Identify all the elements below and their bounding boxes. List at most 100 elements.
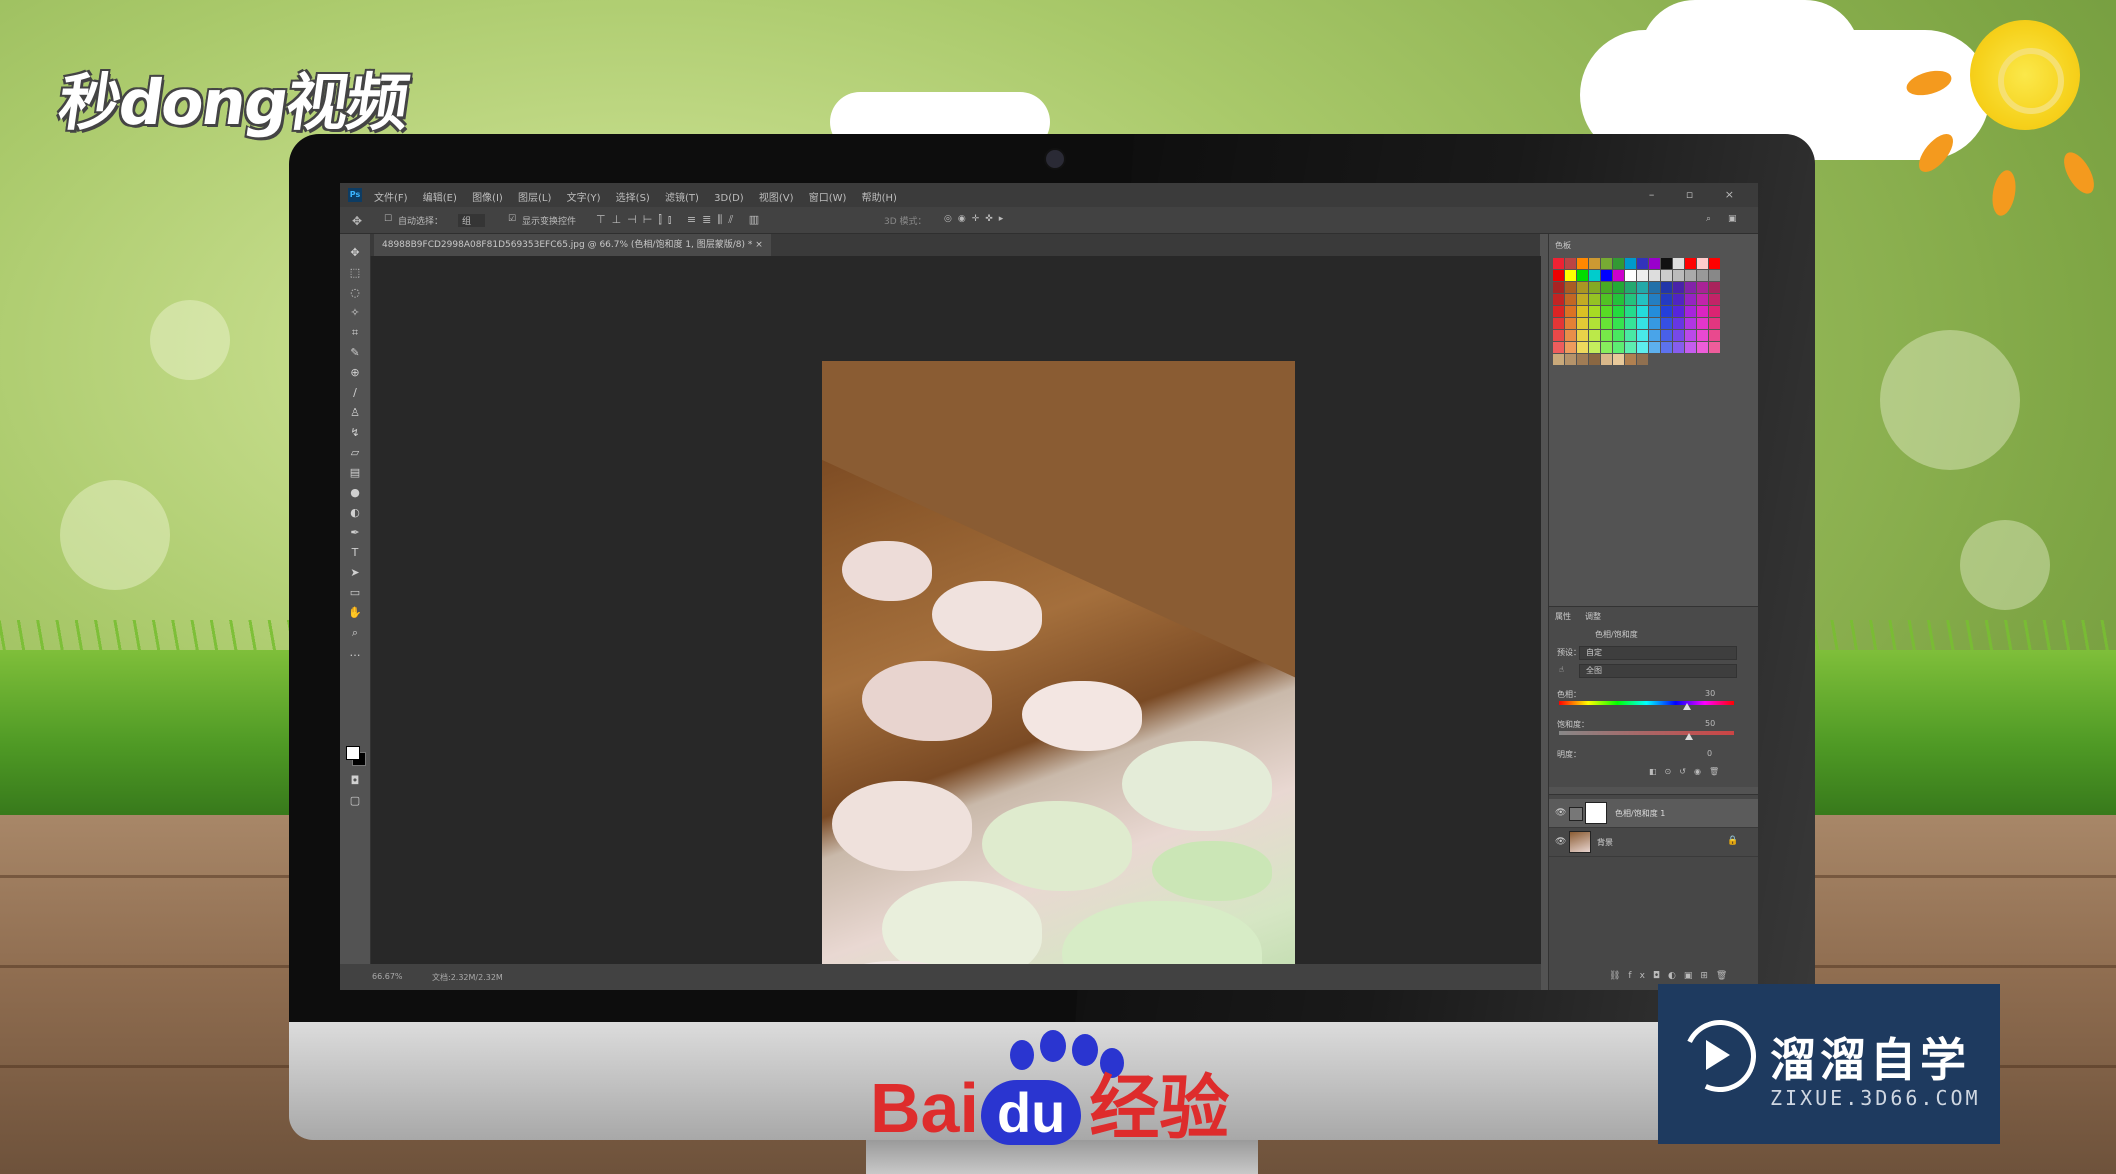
color-swatch[interactable] — [1649, 294, 1660, 305]
visibility-eye-icon[interactable]: 👁 — [1555, 837, 1566, 847]
color-swatch[interactable] — [1709, 354, 1720, 365]
color-swatch[interactable] — [1661, 330, 1672, 341]
hand-tool-icon[interactable]: ✋ — [348, 606, 362, 620]
color-swatch[interactable] — [1565, 354, 1576, 365]
screen-mode-icon[interactable]: ▢ — [348, 794, 362, 808]
color-swatch[interactable] — [1685, 294, 1696, 305]
color-swatch[interactable] — [1649, 330, 1660, 341]
color-swatch[interactable] — [1625, 306, 1636, 317]
color-swatch[interactable] — [1577, 342, 1588, 353]
color-swatch[interactable] — [1613, 330, 1624, 341]
color-swatch[interactable] — [1649, 318, 1660, 329]
color-swatch[interactable] — [1589, 270, 1600, 281]
color-swatch[interactable] — [1589, 342, 1600, 353]
color-swatch[interactable] — [1565, 294, 1576, 305]
tab-swatches[interactable]: 色板 — [1555, 240, 1571, 251]
color-swatch[interactable] — [1589, 306, 1600, 317]
swatches-grid[interactable] — [1553, 258, 1720, 365]
color-swatch[interactable] — [1565, 282, 1576, 293]
color-swatch[interactable] — [1649, 306, 1660, 317]
menu-type[interactable]: 文字(Y) — [567, 193, 601, 204]
color-swatch[interactable] — [1577, 270, 1588, 281]
menu-file[interactable]: 文件(F) — [374, 193, 408, 204]
color-swatch[interactable] — [1625, 318, 1636, 329]
brush-tool-icon[interactable]: ∕ — [348, 386, 362, 400]
color-swatch[interactable] — [1661, 282, 1672, 293]
color-swatch[interactable] — [1685, 354, 1696, 365]
clone-stamp-icon[interactable]: ♙ — [348, 406, 362, 420]
color-swatch[interactable] — [1661, 342, 1672, 353]
color-swatch[interactable] — [1577, 294, 1588, 305]
color-swatch[interactable] — [1709, 342, 1720, 353]
type-tool-icon[interactable]: T — [348, 546, 362, 560]
color-swatch[interactable] — [1589, 354, 1600, 365]
color-swatch[interactable] — [1589, 330, 1600, 341]
saturation-slider-thumb[interactable] — [1685, 733, 1693, 740]
path-select-icon[interactable]: ➤ — [348, 566, 362, 580]
layer-thumbnail[interactable] — [1569, 831, 1591, 853]
align-buttons[interactable]: ⊤⊥⊣⊢⫿⫾ ≡≣⫼⫽ ▥ — [596, 213, 765, 227]
blur-tool-icon[interactable]: ● — [348, 486, 362, 500]
properties-footer-icons[interactable]: ◧⊙↺◉🗑 — [1649, 767, 1727, 776]
color-swatch[interactable] — [1613, 258, 1624, 269]
color-swatch[interactable] — [1589, 258, 1600, 269]
move-tool-icon[interactable]: ✥ — [352, 214, 362, 228]
color-swatch[interactable] — [1625, 294, 1636, 305]
color-swatch[interactable] — [1553, 354, 1564, 365]
color-swatch[interactable] — [1685, 330, 1696, 341]
color-swatch[interactable] — [1673, 354, 1684, 365]
color-swatch[interactable] — [1697, 342, 1708, 353]
color-swatch[interactable] — [1577, 282, 1588, 293]
marquee-tool-icon[interactable]: ⬚ — [348, 266, 362, 280]
color-swatch[interactable] — [1649, 354, 1660, 365]
color-swatch[interactable] — [1673, 270, 1684, 281]
color-swatch[interactable] — [1697, 270, 1708, 281]
color-swatch[interactable] — [1685, 342, 1696, 353]
crop-tool-icon[interactable]: ⌗ — [348, 326, 362, 340]
magic-wand-icon[interactable]: ✧ — [348, 306, 362, 320]
menu-window[interactable]: 窗口(W) — [809, 193, 847, 204]
color-swatch[interactable] — [1709, 306, 1720, 317]
layers-footer-icons[interactable]: ⛓fx◘◐▣⊞🗑 — [1609, 971, 1735, 981]
visibility-eye-icon[interactable]: 👁 — [1555, 808, 1566, 818]
color-swatch[interactable] — [1613, 306, 1624, 317]
transform-checkbox[interactable]: ☑ — [508, 214, 516, 224]
auto-select-checkbox[interactable]: ☐ — [384, 214, 392, 224]
menu-view[interactable]: 视图(V) — [759, 193, 794, 204]
color-swatch[interactable] — [1661, 294, 1672, 305]
color-swatch[interactable] — [1637, 342, 1648, 353]
zoom-level[interactable]: 66.67% — [372, 972, 403, 981]
color-swatch[interactable] — [1613, 270, 1624, 281]
color-swatch[interactable] — [1589, 282, 1600, 293]
layer-mask-thumbnail[interactable] — [1585, 802, 1607, 824]
menu-select[interactable]: 选择(S) — [616, 193, 650, 204]
color-swatch[interactable] — [1637, 282, 1648, 293]
menu-help[interactable]: 帮助(H) — [862, 193, 897, 204]
color-swatch[interactable] — [1553, 270, 1564, 281]
color-swatch[interactable] — [1685, 306, 1696, 317]
hue-value[interactable]: 30 — [1705, 689, 1715, 698]
color-swatch[interactable] — [1649, 342, 1660, 353]
color-swatch[interactable] — [1637, 318, 1648, 329]
color-swatch[interactable] — [1709, 330, 1720, 341]
color-swatch[interactable] — [1661, 318, 1672, 329]
color-swatch[interactable] — [1673, 342, 1684, 353]
3d-mode-icons[interactable]: ◎◉✛✜▸ — [944, 214, 1009, 224]
color-swatch[interactable] — [1553, 342, 1564, 353]
eyedropper-icon[interactable]: ✎ — [348, 346, 362, 360]
color-swatch[interactable] — [1553, 258, 1564, 269]
quick-mask-icon[interactable]: ◘ — [348, 774, 362, 788]
color-swatch[interactable] — [1625, 258, 1636, 269]
menu-layer[interactable]: 图层(L) — [518, 193, 551, 204]
color-swatch[interactable] — [1553, 318, 1564, 329]
hand-adjust-icon[interactable]: ☝ — [1559, 665, 1564, 674]
color-swatch[interactable] — [1637, 294, 1648, 305]
workspace-icon[interactable]: ▣ — [1728, 214, 1737, 224]
color-swatch[interactable] — [1709, 258, 1720, 269]
window-controls[interactable]: – ▫ × — [1649, 188, 1748, 201]
lock-icon[interactable]: 🔒 — [1727, 836, 1738, 846]
color-swatch[interactable] — [1625, 270, 1636, 281]
color-swatch[interactable] — [1661, 306, 1672, 317]
canvas-area[interactable] — [371, 256, 1541, 990]
preset-dropdown[interactable]: 自定 — [1579, 646, 1737, 660]
